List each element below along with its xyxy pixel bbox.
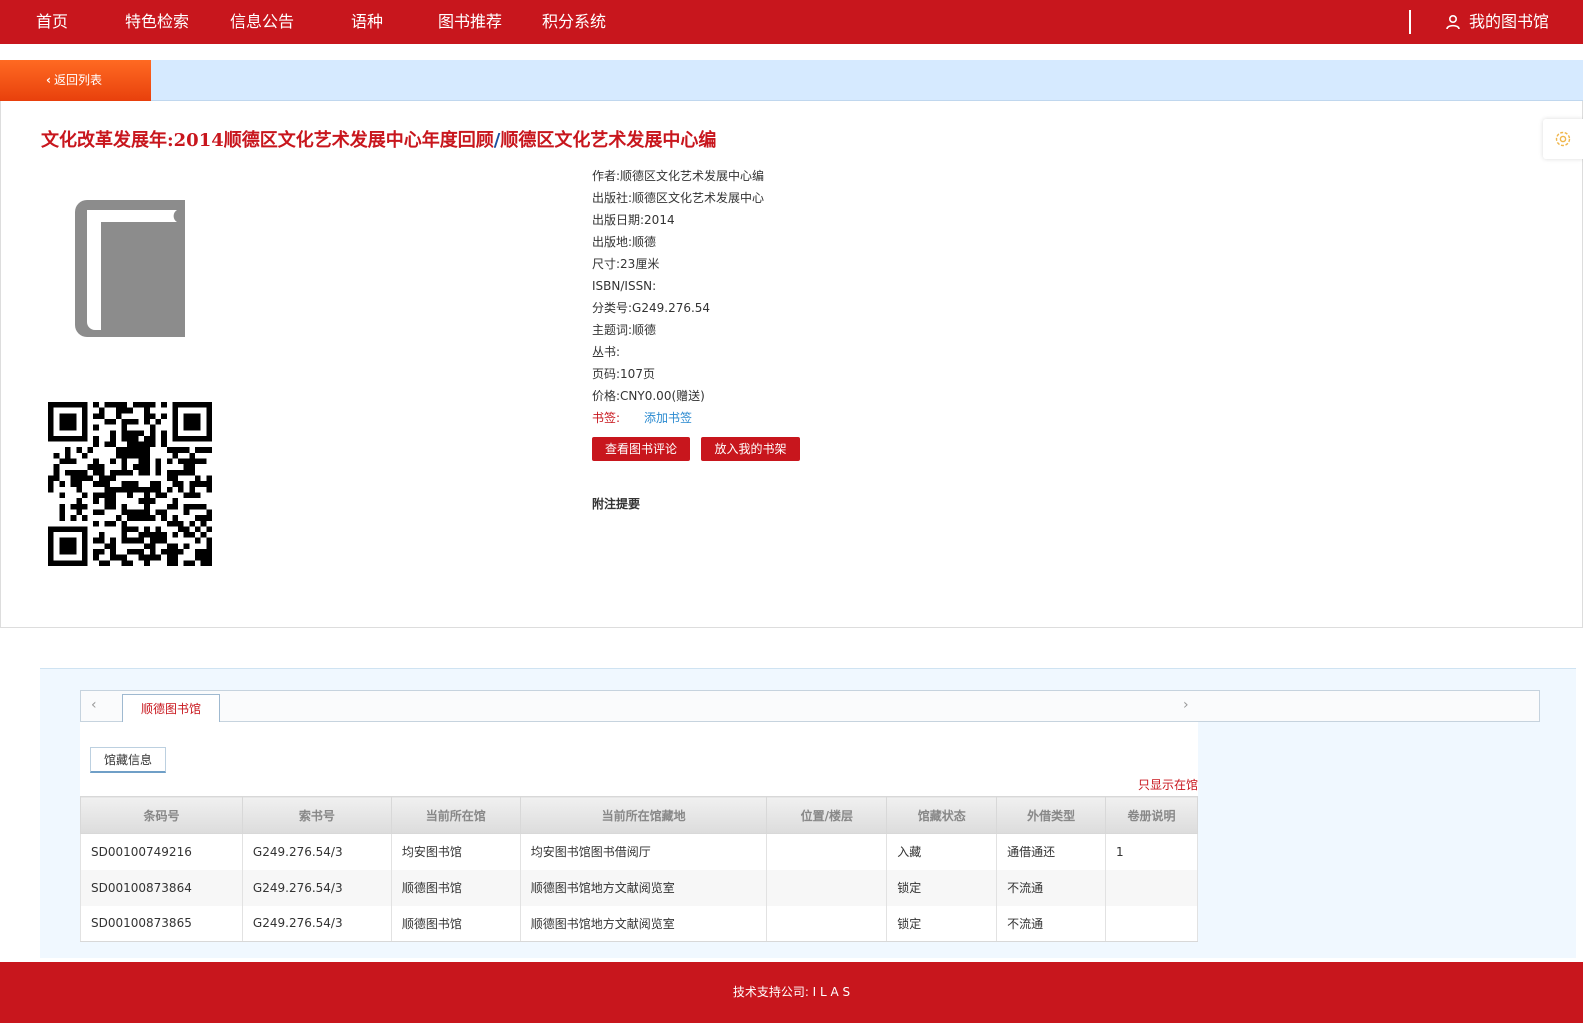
gear-icon	[1555, 131, 1571, 147]
table-row: SD00100749216 G249.276.54/3 均安图书馆 均安图书馆图…	[80, 833, 1198, 870]
meta-price: 价格:CNY0.00(赠送)	[592, 389, 705, 403]
nav-special-search[interactable]: 特色检索	[125, 0, 189, 44]
book-title-author: 顺德区文化艺术发展中心编	[500, 130, 717, 151]
col-status: 馆藏状态	[886, 796, 998, 834]
book-metadata: 作者:顺德区文化艺术发展中心编 出版社:顺德区文化艺术发展中心 出版日期:201…	[592, 165, 764, 429]
nav-divider	[1409, 10, 1411, 34]
notes-heading: 附注提要	[592, 497, 641, 511]
user-icon	[1446, 14, 1460, 30]
nav-announcements[interactable]: 信息公告	[230, 0, 294, 44]
back-to-list-button[interactable]: ‹ 返回列表	[0, 60, 151, 101]
book-title: 文化改革发展年:2014顺德区文化艺术发展中心年度回顾/顺德区文化艺术发展中心编	[41, 126, 716, 152]
back-to-list-label: 返回列表	[53, 73, 102, 87]
meta-isbn: ISBN/ISSN:	[592, 279, 657, 293]
table-header-row: 条码号 索书号 当前所在馆 当前所在馆藏地 位置/楼层 馆藏状态 外借类型 卷册…	[80, 796, 1198, 834]
meta-series: 丛书:	[592, 345, 621, 359]
tab-shunde-library[interactable]: 顺德图书馆	[122, 694, 220, 723]
col-call-no: 索书号	[241, 796, 392, 834]
add-to-shelf-button[interactable]: 放入我的书架	[701, 437, 800, 461]
only-in-library-link[interactable]: 只显示在馆	[1138, 776, 1198, 793]
meta-bookmark: 书签: 添加书签	[592, 411, 693, 425]
col-current-location: 当前所在馆藏地	[519, 796, 768, 834]
meta-subject: 主题词:顺德	[592, 323, 657, 337]
meta-class-no: 分类号:G249.276.54	[592, 301, 711, 315]
chevron-right-icon[interactable]: ›	[1183, 697, 1189, 713]
col-current-library: 当前所在馆	[390, 796, 521, 834]
meta-pub-place: 出版地:顺德	[592, 235, 657, 249]
floating-tool-button[interactable]	[1543, 119, 1583, 159]
col-loan-type: 外借类型	[996, 796, 1107, 834]
nav-languages[interactable]: 语种	[351, 0, 383, 44]
tab-holdings-info[interactable]: 馆藏信息	[90, 747, 166, 773]
table-row: SD00100873864 G249.276.54/3 顺德图书馆 顺德图书馆地…	[80, 869, 1198, 906]
toolbar-strip	[0, 60, 1583, 101]
view-reviews-button[interactable]: 查看图书评论	[592, 437, 690, 461]
meta-author: 作者:顺德区文化艺术发展中心编	[592, 169, 765, 183]
meta-size: 尺寸:23厘米	[592, 257, 660, 271]
book-title-main: 文化改革发展年:2014顺德区文化艺术发展中心年度回顾	[41, 130, 494, 151]
my-library-label: 我的图书馆	[1469, 12, 1550, 31]
my-library-link[interactable]: 我的图书馆	[1445, 0, 1549, 44]
meta-publisher: 出版社:顺德区文化艺术发展中心	[592, 191, 765, 205]
qr-code	[48, 402, 212, 566]
col-barcode: 条码号	[80, 796, 243, 834]
meta-pub-date: 出版日期:2014	[592, 213, 675, 227]
qr-modules	[48, 402, 212, 566]
nav-points-system[interactable]: 积分系统	[542, 0, 606, 44]
col-volume-note: 卷册说明	[1105, 796, 1198, 834]
book-cover-icon	[75, 200, 185, 337]
col-floor: 位置/楼层	[766, 796, 888, 834]
book-detail-panel	[0, 101, 1583, 628]
nav-book-recommend[interactable]: 图书推荐	[438, 0, 502, 44]
chevron-left-icon: ‹	[46, 73, 51, 87]
library-tabbar: ‹ ›	[80, 690, 1540, 722]
meta-pages: 页码:107页	[592, 367, 655, 381]
footer: 技术支持公司: I L A S	[0, 962, 1583, 1023]
holdings-table: 条码号 索书号 当前所在馆 当前所在馆藏地 位置/楼层 馆藏状态 外借类型 卷册…	[80, 796, 1198, 942]
chevron-left-icon[interactable]: ‹	[91, 697, 97, 713]
add-bookmark-link[interactable]: 添加书签	[644, 411, 692, 425]
top-nav: 首页 特色检索 信息公告 语种 图书推荐 积分系统 我的图书馆	[0, 0, 1583, 44]
table-row: SD00100873865 G249.276.54/3 顺德图书馆 顺德图书馆地…	[80, 905, 1198, 942]
nav-home[interactable]: 首页	[36, 0, 68, 44]
